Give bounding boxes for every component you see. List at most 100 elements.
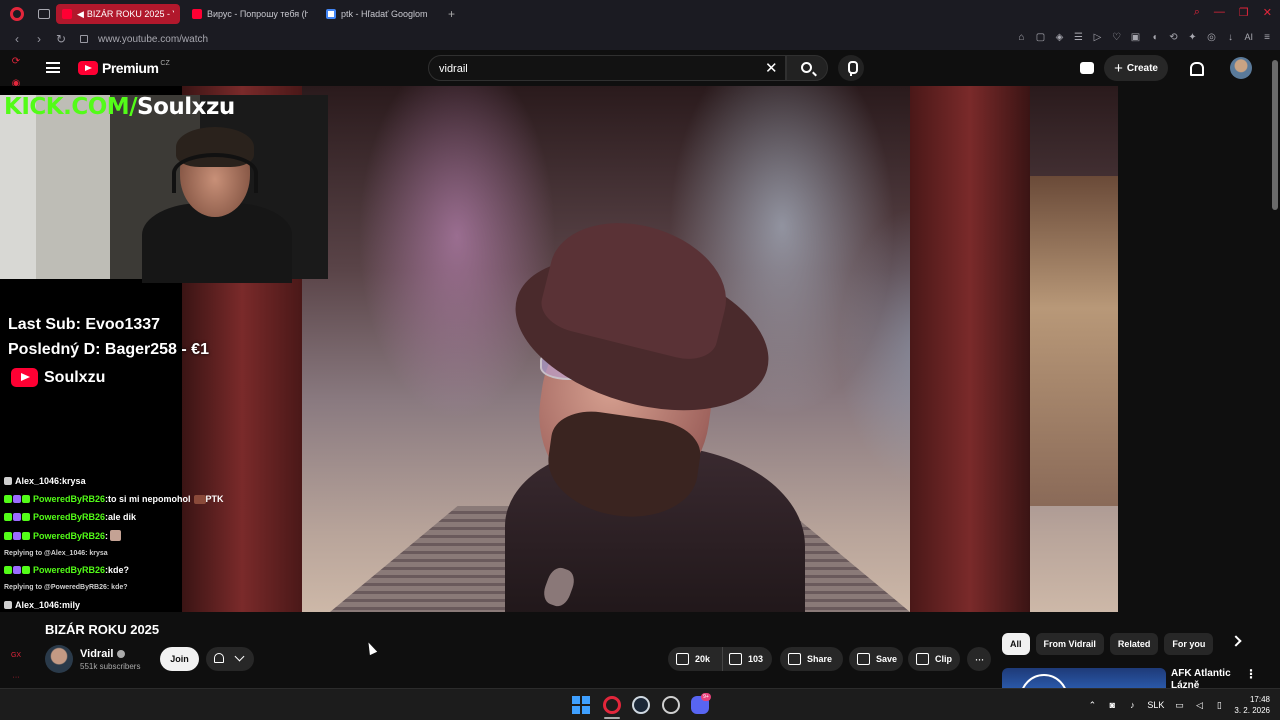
like-button[interactable]: 20k: [668, 647, 723, 671]
aria-ai-button[interactable]: AI: [1244, 32, 1253, 43]
snapshot-icon[interactable]: ▢: [1035, 32, 1045, 43]
video-title: BIZÁR ROKU 2025: [45, 622, 160, 637]
chip-all[interactable]: All: [1002, 633, 1030, 655]
tab-islands-icon[interactable]: [38, 9, 50, 19]
language-indicator[interactable]: SLK: [1147, 700, 1164, 710]
reload-icon[interactable]: ↻: [56, 32, 66, 46]
chat-badge-icon: [13, 495, 21, 503]
play-icon[interactable]: ▷: [1092, 32, 1102, 43]
related-video-thumbnail[interactable]: [1002, 668, 1166, 688]
tab-bizar-roku[interactable]: ◀ BIZÁR ROKU 2025 - Yo: [56, 4, 180, 24]
chat-reply-text: Replying to @Alex_1046: krysa: [4, 550, 108, 557]
chevron-right-icon[interactable]: [1230, 635, 1242, 647]
volume-icon[interactable]: ◁: [1194, 700, 1204, 711]
tab-virus[interactable]: Вирус - Попрошу тебя (h: [186, 4, 314, 24]
chat-username: PoweredByRB26: [33, 530, 106, 541]
minimize-icon[interactable]: —: [1214, 6, 1225, 19]
forward-icon[interactable]: ›: [34, 32, 44, 46]
clock-time: 17:48: [1249, 695, 1270, 704]
url-field[interactable]: www.youtube.com/watch: [98, 34, 208, 45]
pin-icon[interactable]: ⌂: [1016, 32, 1026, 43]
microphone-icon[interactable]: ♪: [1127, 700, 1137, 710]
new-tab-icon[interactable]: +: [446, 8, 458, 20]
clip-button[interactable]: Clip: [908, 647, 960, 671]
join-button[interactable]: Join: [160, 647, 199, 671]
extension-icon[interactable]: ▣: [1130, 32, 1140, 43]
system-tray: ⌃ ◙ ♪ SLK ▭ ◁ ▯ 17:48 3. 2. 2026: [1087, 689, 1270, 720]
kick-channel-label: KICK.COM/Soulxzu: [4, 94, 235, 120]
more-actions-button[interactable]: ···: [967, 647, 991, 671]
steam-icon[interactable]: [632, 696, 650, 714]
opera-gx-taskbar-icon[interactable]: [603, 696, 621, 714]
clear-search-icon[interactable]: ✕: [765, 59, 778, 77]
chat-username: PoweredByRB26: [33, 512, 106, 522]
puzzle-icon[interactable]: ✦: [1187, 32, 1197, 43]
chat-separator: :: [105, 530, 109, 541]
search-button[interactable]: [786, 55, 828, 81]
sync-icon[interactable]: ⟲: [1168, 32, 1178, 43]
chat-emote-icon: [110, 530, 122, 541]
chat-username: Alex_1046: [15, 476, 60, 486]
easy-setup-icon[interactable]: ≡: [1262, 32, 1272, 43]
youtube-logo[interactable]: Premium CZ: [78, 60, 170, 76]
close-window-icon[interactable]: ✕: [1263, 6, 1272, 19]
related-video-title[interactable]: AFK Atlantic Lázně: [1171, 668, 1231, 688]
heart-icon[interactable]: ♡: [1111, 32, 1121, 43]
windows-start-icon[interactable]: [572, 696, 590, 714]
discord-notification-badge: 9+: [701, 693, 711, 701]
create-button[interactable]: + Create: [1104, 55, 1168, 81]
chat-badge-icon: [4, 531, 12, 540]
shield-icon[interactable]: ◈: [1054, 32, 1064, 43]
voice-search-button[interactable]: [838, 55, 864, 81]
speaker-icon[interactable]: ◀: [77, 9, 84, 20]
channel-name-text: Vidrail: [80, 648, 114, 660]
chat-username: PoweredByRB26: [33, 565, 106, 575]
vpn-icon[interactable]: ☰: [1073, 32, 1083, 43]
dislike-button[interactable]: 103: [723, 653, 763, 665]
accessibility-icon[interactable]: ◎: [1206, 32, 1216, 43]
channel-name[interactable]: Vidrail: [80, 648, 126, 660]
studio-icon[interactable]: [1080, 62, 1095, 74]
search-icon: [801, 62, 812, 73]
related-video-menu-icon[interactable]: ⋮: [1245, 668, 1257, 680]
opera-gx-icon[interactable]: GX: [10, 652, 22, 659]
lock-icon[interactable]: [80, 35, 88, 43]
google-icon: [326, 9, 336, 19]
chip-for-you[interactable]: For you: [1164, 633, 1214, 655]
clock-date: 3. 2. 2026: [1234, 706, 1270, 715]
chevron-up-icon[interactable]: ⌃: [1087, 700, 1097, 711]
menu-icon[interactable]: [46, 62, 60, 73]
chat-message: PoweredByRB26:: [4, 530, 122, 541]
chevron-down-icon: [234, 651, 245, 662]
tab-google-search[interactable]: ptk - Hľadať Googlom: [320, 4, 434, 24]
subscription-bell-button[interactable]: [206, 647, 254, 671]
sound-icon[interactable]: ◖: [1149, 32, 1159, 43]
chatgpt-icon[interactable]: [662, 696, 680, 714]
video-player[interactable]: KICK.COM/Soulxzu Last Sub: Evoo1337 Posl…: [0, 86, 1118, 612]
download-icon[interactable]: ↓: [1225, 32, 1235, 43]
restore-icon[interactable]: ❐: [1239, 6, 1249, 19]
clip-label: Clip: [935, 654, 952, 664]
chip-from-vidrail[interactable]: From Vidrail: [1035, 633, 1104, 655]
search-tabs-icon[interactable]: ⌕: [1194, 6, 1200, 19]
discord-tray-icon[interactable]: ◙: [1107, 700, 1117, 710]
clock[interactable]: 17:48 3. 2. 2026: [1234, 694, 1270, 716]
save-button[interactable]: Save: [849, 647, 903, 671]
notifications-icon[interactable]: [1188, 61, 1204, 76]
youtube-header: Premium CZ ✕ + Create: [32, 50, 1280, 86]
chat-message: Alex_1046: mily: [4, 600, 80, 610]
channel-avatar[interactable]: [45, 645, 73, 673]
back-icon[interactable]: ‹: [12, 32, 22, 46]
opera-messenger-icon[interactable]: ⟳: [10, 56, 22, 68]
share-button[interactable]: Share: [780, 647, 843, 671]
page-scrollbar[interactable]: [1272, 60, 1278, 210]
account-avatar[interactable]: [1230, 57, 1252, 79]
opera-menu-icon[interactable]: [10, 7, 24, 21]
chat-badge-icon: [22, 531, 30, 540]
search-input[interactable]: [439, 61, 739, 77]
chip-related[interactable]: Related: [1109, 633, 1159, 655]
opera-more-icon[interactable]: ···: [10, 674, 22, 681]
network-icon[interactable]: ▭: [1174, 700, 1184, 711]
header-actions: + Create: [1080, 55, 1252, 81]
battery-icon[interactable]: ▯: [1214, 700, 1224, 711]
